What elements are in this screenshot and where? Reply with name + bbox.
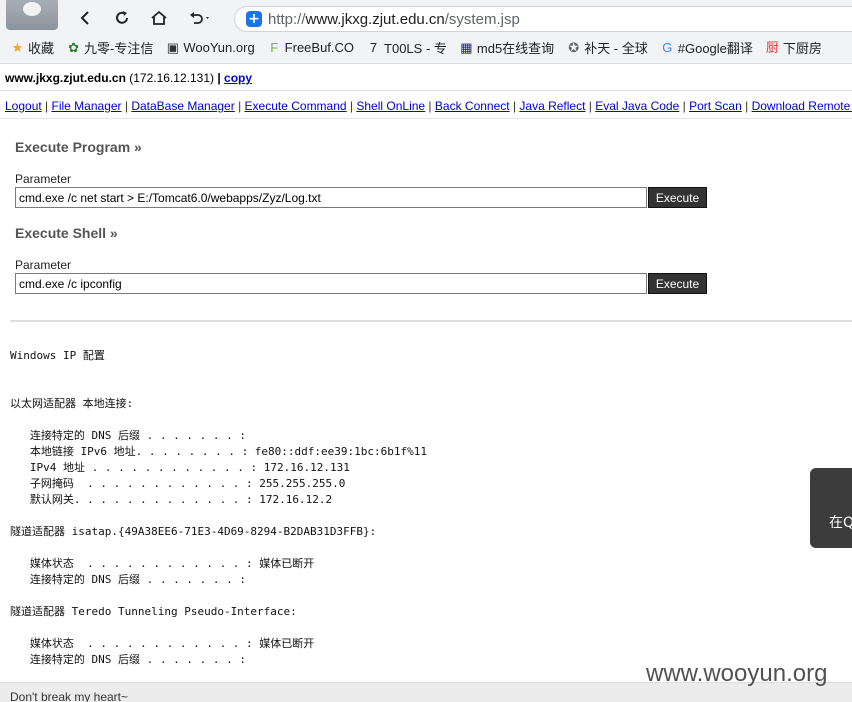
menu-separator: | bbox=[425, 99, 435, 113]
kitchen-icon: 厨 bbox=[765, 39, 779, 55]
execute-shell-title: Execute Shell » bbox=[15, 225, 118, 241]
bookmark-item[interactable]: ▦ md5在线查询 bbox=[459, 38, 554, 57]
copy-link[interactable]: copy bbox=[224, 71, 252, 85]
command-output: Windows IP 配置 以太网适配器 本地连接: 连接特定的 DNS 后缀 … bbox=[10, 349, 427, 666]
menu-separator: | bbox=[346, 99, 357, 113]
site-security-icon[interactable]: + bbox=[246, 11, 262, 27]
menu-link-port-scan[interactable]: Port Scan bbox=[689, 99, 742, 113]
floating-side-tab[interactable]: 在Q bbox=[810, 468, 852, 548]
menu-divider bbox=[0, 118, 852, 119]
server-ip: (172.16.12.131) bbox=[129, 71, 214, 85]
execute-program-button[interactable]: Execute bbox=[648, 187, 707, 208]
back-icon[interactable] bbox=[74, 6, 98, 30]
bookmarks-bar: ★ 收藏 ✿ 九零-专注信 ▣ WooYun.org F FreeBuf.CO 7 T00LS -… bbox=[0, 36, 852, 58]
server-info: www.jkxg.zjut.edu.cn (172.16.12.131) | c… bbox=[5, 71, 253, 85]
bookmark-label: #Google翻译 bbox=[677, 40, 753, 56]
browser-chrome: + http://www.jkxg.zjut.edu.cn/system.jsp… bbox=[0, 0, 852, 64]
menu-link-database-manager[interactable]: DataBase Manager bbox=[131, 99, 234, 113]
menu-separator: | bbox=[585, 99, 596, 113]
wooyun-icon: ▣ bbox=[166, 39, 179, 55]
home-icon[interactable] bbox=[147, 6, 171, 30]
bookmark-label: 下厨房 bbox=[782, 40, 822, 56]
tools-icon: 7 bbox=[369, 39, 378, 55]
bookmark-item[interactable]: G #Google翻译 bbox=[660, 38, 753, 57]
freebuf-icon: F bbox=[270, 39, 279, 55]
menu-separator: | bbox=[509, 99, 520, 113]
bookmark-item[interactable]: F FreeBuf.CO bbox=[267, 40, 354, 55]
bookmark-label: 补天 - 全球 bbox=[584, 40, 648, 56]
menu-link-logout[interactable]: Logout bbox=[5, 99, 42, 113]
address-url[interactable]: http://www.jkxg.zjut.edu.cn/system.jsp bbox=[268, 11, 520, 28]
bookmark-item[interactable]: ★ 收藏 bbox=[10, 38, 54, 57]
menu-separator: | bbox=[41, 99, 52, 113]
bookmark-item[interactable]: ▣ WooYun.org bbox=[165, 39, 255, 55]
shell-parameter-label: Parameter bbox=[15, 258, 72, 272]
browser-tab[interactable] bbox=[6, 0, 58, 30]
grid-icon: ▦ bbox=[460, 39, 473, 55]
header-divider bbox=[0, 90, 852, 91]
floating-side-tab-label: 在Q bbox=[829, 515, 852, 531]
star-icon: ★ bbox=[11, 39, 24, 55]
server-host: www.jkxg.zjut.edu.cn bbox=[5, 71, 126, 85]
butian-icon: ✪ bbox=[568, 39, 580, 55]
output-divider bbox=[10, 320, 852, 322]
bookmark-item[interactable]: ✿ 九零-专注信 bbox=[66, 38, 153, 57]
reload-icon[interactable] bbox=[110, 6, 134, 30]
menu-link-execute-command[interactable]: Execute Command bbox=[245, 99, 347, 113]
menu-link-java-reflect[interactable]: Java Reflect bbox=[519, 99, 585, 113]
menu-separator: | bbox=[234, 99, 245, 113]
translate-icon: G bbox=[662, 39, 673, 55]
menu-separator: | bbox=[121, 99, 132, 113]
execute-shell-button[interactable]: Execute bbox=[648, 273, 707, 294]
menu-separator: | bbox=[679, 99, 690, 113]
menu-link-download-remote-file[interactable]: Download Remote File bbox=[752, 99, 852, 113]
bookmark-label: 收藏 bbox=[28, 40, 55, 56]
bookmark-item[interactable]: ✪ 补天 - 全球 bbox=[566, 38, 648, 57]
main-menu: Logout | File Manager | DataBase Manager… bbox=[5, 99, 852, 113]
bookmark-label: FreeBuf.CO bbox=[284, 39, 355, 55]
menu-link-back-connect[interactable]: Back Connect bbox=[435, 99, 510, 113]
watermark: www.wooyun.org bbox=[646, 660, 828, 687]
execute-program-title: Execute Program » bbox=[15, 139, 142, 155]
leaf-icon: ✿ bbox=[68, 39, 79, 55]
program-parameter-input[interactable] bbox=[15, 187, 647, 208]
bookmark-label: 九零-专注信 bbox=[84, 40, 154, 56]
bookmark-label: T00LS - 专 bbox=[384, 40, 447, 56]
footer-text: Don't break my heart~ bbox=[10, 690, 129, 702]
bookmark-item[interactable]: 厨下厨房 bbox=[765, 38, 822, 57]
menu-link-eval-java-code[interactable]: Eval Java Code bbox=[595, 99, 679, 113]
menu-link-shell-online[interactable]: Shell OnLine bbox=[356, 99, 425, 113]
menu-link-file-manager[interactable]: File Manager bbox=[52, 99, 122, 113]
shell-parameter-input[interactable] bbox=[15, 273, 647, 294]
undo-dropdown-icon[interactable] bbox=[184, 6, 216, 30]
address-bar[interactable]: + http://www.jkxg.zjut.edu.cn/system.jsp bbox=[234, 6, 852, 32]
bookmark-label: md5在线查询 bbox=[476, 40, 555, 56]
menu-separator: | bbox=[741, 99, 752, 113]
bookmark-label: WooYun.org bbox=[183, 39, 255, 55]
bookmark-item[interactable]: 7 T00LS - 专 bbox=[366, 38, 447, 57]
program-parameter-label: Parameter bbox=[15, 172, 72, 186]
